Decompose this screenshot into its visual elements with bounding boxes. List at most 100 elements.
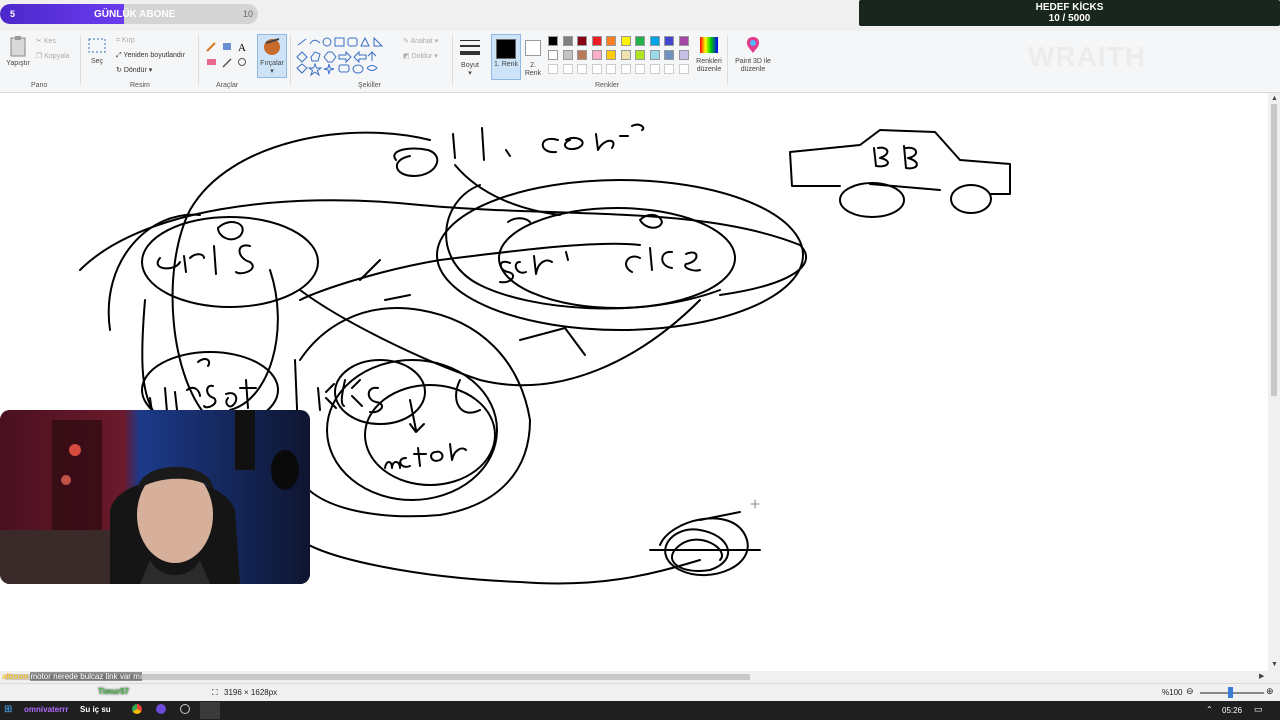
palette-swatch[interactable] — [678, 36, 689, 46]
palette-swatch[interactable] — [606, 36, 616, 46]
palette-swatch[interactable] — [577, 36, 587, 46]
copy-button[interactable]: ❐ Kopyala — [36, 52, 70, 60]
custom-color-slot[interactable] — [548, 64, 558, 74]
palette-swatch[interactable] — [635, 36, 645, 46]
kicks-goal-value: 10 / 5000 — [1048, 13, 1091, 24]
notification-icon[interactable]: ▭ — [1254, 704, 1263, 715]
daily-sub-goal-bar: 5 GÜNLÜK ABONE 10 — [0, 4, 258, 24]
line-size-icon — [460, 40, 480, 55]
edit-colors-button[interactable]: Renkleri düzenle — [694, 35, 724, 74]
custom-color-slot[interactable] — [562, 64, 573, 74]
palette-swatch[interactable] — [562, 36, 573, 46]
scroll-up-icon[interactable]: ▲ — [1271, 95, 1278, 102]
palette-swatch[interactable] — [577, 50, 587, 60]
color1-button[interactable]: 1. Renk — [491, 34, 521, 80]
cut-label: Kes — [43, 38, 56, 45]
fill-label: Doldur — [411, 53, 433, 60]
palette-swatch[interactable] — [649, 50, 660, 60]
color1-swatch — [496, 39, 516, 59]
zoom-out-button[interactable]: ⊖ — [1186, 686, 1194, 697]
palette-swatch[interactable] — [620, 36, 631, 46]
palette-swatch[interactable] — [548, 50, 558, 60]
paste-button[interactable]: Yapıştır — [4, 35, 32, 68]
fill-icon — [223, 43, 231, 50]
text-icon: A — [238, 42, 246, 54]
app-icon[interactable] — [156, 704, 166, 714]
zoom-level: %100 — [1162, 688, 1183, 697]
custom-color-slot[interactable] — [649, 64, 660, 74]
palette-swatch[interactable] — [649, 36, 660, 46]
fill-dropdown[interactable]: ◩ Doldur ▾ — [403, 52, 438, 60]
cut-button[interactable]: ✂ Kes — [36, 37, 56, 45]
custom-color-slot[interactable] — [664, 64, 674, 74]
paste-label: Yapıştır — [6, 60, 30, 67]
obs-icon[interactable] — [180, 704, 190, 714]
chrome-icon[interactable] — [132, 704, 142, 714]
brush-icon — [264, 38, 280, 55]
chat-message-2: Su iç su — [80, 705, 111, 714]
palette-swatch[interactable] — [678, 50, 689, 60]
vertical-scroll-thumb[interactable] — [1271, 104, 1277, 396]
colors-group-label: Renkler — [595, 82, 620, 89]
kicks-goal-title: HEDEF KİCKS — [1035, 2, 1104, 13]
drawing-canvas[interactable] — [0, 93, 1268, 671]
custom-color-slot[interactable] — [635, 64, 645, 74]
brushes-button[interactable]: Fırçalar ▾ — [257, 34, 287, 78]
paint-taskbar-button[interactable] — [200, 702, 220, 719]
custom-color-slot[interactable] — [591, 64, 602, 74]
color-picker-icon — [222, 58, 232, 68]
chat-message-row: alboon motor nerede bulcaz link var mı — [2, 672, 222, 683]
palette-swatch[interactable] — [620, 50, 631, 60]
palette-swatch[interactable] — [635, 50, 645, 60]
color-wheel-icon — [700, 37, 718, 53]
canvas-size-icon: ⛶ — [212, 688, 218, 697]
windows-taskbar: ⊞ omnivaterrr Su iç su ⌃ 05:26 ▭ — [0, 701, 1280, 720]
shapes-group-label: Şekiller — [358, 82, 381, 89]
select-button[interactable]: Seç — [86, 37, 108, 66]
sub-count: 5 — [10, 9, 16, 19]
divider — [80, 35, 81, 85]
chat-username-3: omnivaterrr — [24, 705, 69, 714]
palette-swatch[interactable] — [606, 50, 616, 60]
outline-dropdown[interactable]: ✎ Anahat ▾ — [403, 37, 438, 45]
shapes-gallery[interactable] — [294, 35, 398, 77]
divider — [727, 35, 728, 85]
pencil-icon — [206, 42, 216, 52]
paint3d-icon — [746, 37, 760, 53]
windows-start-icon[interactable]: ⊞ — [4, 704, 12, 715]
resize-button[interactable]: ⤢ Yeniden boyutlandır — [116, 52, 185, 60]
custom-color-slot[interactable] — [678, 64, 689, 74]
webcam-image — [0, 410, 310, 584]
zoom-slider-thumb[interactable] — [1228, 687, 1233, 698]
sub-goal-target: 10 — [243, 9, 254, 19]
scroll-down-icon[interactable]: ▼ — [1271, 661, 1278, 668]
eraser-icon — [207, 59, 216, 65]
clipboard-group-label: Pano — [31, 82, 48, 89]
custom-color-slot[interactable] — [620, 64, 631, 74]
paint3d-label: Paint 3D ile düzenle — [735, 58, 771, 73]
zoom-in-button[interactable]: ⊕ — [1266, 686, 1274, 697]
scroll-right-icon[interactable]: ▶ — [1259, 672, 1264, 680]
palette-swatch[interactable] — [664, 36, 674, 46]
resize-label: Yeniden boyutlandır — [123, 52, 186, 59]
rotate-label: Döndür — [123, 67, 147, 74]
clock: 05:26 — [1222, 706, 1243, 715]
palette-swatch[interactable] — [548, 36, 558, 46]
palette-swatch[interactable] — [664, 50, 674, 60]
crop-button[interactable]: ⌗ Kırp — [116, 37, 135, 45]
edit-colors-label: Renkleri düzenle — [696, 58, 722, 73]
custom-color-slot[interactable] — [577, 64, 587, 74]
palette-swatch[interactable] — [591, 36, 602, 46]
custom-color-slot[interactable] — [606, 64, 616, 74]
outline-label: Anahat — [410, 38, 433, 45]
rotate-button[interactable]: ↻ Döndür ▾ — [116, 66, 152, 74]
divider — [452, 35, 453, 85]
color2-button[interactable]: 2. Renk — [522, 36, 544, 78]
select-label: Seç — [90, 58, 104, 65]
tray-chevron-icon[interactable]: ⌃ — [1206, 705, 1213, 714]
size-button[interactable]: Boyut ▾ — [456, 37, 484, 78]
color2-swatch — [525, 40, 541, 56]
palette-swatch[interactable] — [591, 50, 602, 60]
palette-swatch[interactable] — [562, 50, 573, 60]
paint3d-button[interactable]: Paint 3D ile düzenle — [732, 35, 774, 74]
